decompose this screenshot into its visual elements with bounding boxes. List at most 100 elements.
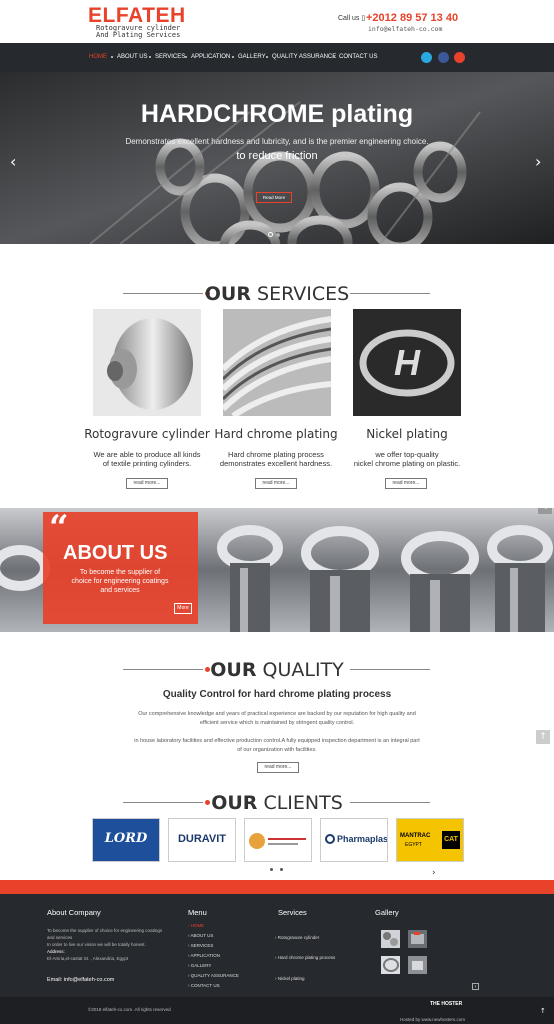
instagram-icon[interactable] [454,52,465,63]
footer-menu-item[interactable]: › GALLERY [188,963,211,968]
service-title[interactable]: Hard chrome plating [201,427,351,441]
footer-service-item[interactable]: › Nickel plating [275,976,305,981]
footer-menu-item[interactable]: › QUALITY ASSURANCE [188,973,239,978]
slider-next-icon[interactable]: › [535,152,541,171]
nav-quality-assurance[interactable]: QUALITY ASSURANCE [272,54,336,60]
side-tab-icon[interactable]: ◂ [538,508,552,514]
nav-services[interactable]: SERVICES [155,54,185,60]
nav-separator [111,56,113,58]
header-email[interactable]: info@elfateh-co.com [368,25,442,33]
footer-services-heading: Services [278,908,307,917]
call-label-text: Call us [338,15,360,22]
nav-gallery[interactable]: GALLERY [238,54,266,60]
nav-home[interactable]: HOME [89,54,107,60]
gallery-thumb[interactable] [408,956,427,974]
footer-menu-item[interactable]: › HOME [188,923,204,928]
service-description-line: demonstrates excellent hardness. [219,459,333,468]
slider-prev-icon[interactable]: ‹ [10,152,16,171]
service-description: we offer top-quality nickel chrome platin… [332,450,482,468]
footer-menu-item[interactable]: › ABOUT US [188,933,213,938]
footer-service-label: Rotogravure cylinder [277,935,320,940]
hero-read-more-button[interactable]: Read More [256,192,292,203]
cat-logo: CAT [442,831,460,849]
quality-paragraph-line: of our organization with facilities. [237,747,317,753]
facebook-icon[interactable] [438,52,449,63]
footer-menu-item[interactable]: › CONTACT US [188,983,220,988]
client-logo-egyptian[interactable] [244,818,312,862]
footer-address-label: Address: [47,949,65,954]
nav-about-us[interactable]: ABOUT US [117,54,148,60]
hosted-by[interactable]: Hosted by www.newhosters.com [400,1017,465,1022]
hero-slider: HARDCHROME plating Demonstrates excellen… [0,72,554,244]
footer-menu-label: ABOUT US [190,933,214,938]
about-card: “ ABOUT US To become the supplier of choi… [43,508,198,624]
quality-paragraph-line: efficient service which is maintained by… [199,720,355,726]
client-logo-duravit[interactable]: DURAVIT [168,818,236,862]
pharmaplast-icon [325,834,335,844]
about-text-line: and services [100,587,140,594]
clients-heading-rest: CLIENTS [257,792,343,814]
scroll-top-icon[interactable]: ↑ [536,730,550,744]
nav-separator [185,56,187,58]
header: ELFATEH Rotogravure cylinder And Plating… [0,0,554,43]
service-title[interactable]: Rotogravure cylinder [72,427,222,441]
read-more-button[interactable]: read more... [385,478,427,489]
service-description-line: we offer top-quality [375,450,439,459]
client-logo-text: DURAVIT [177,833,227,845]
slider-dot[interactable] [276,233,280,237]
svg-text:H: H [394,342,421,383]
client-logo-lord[interactable]: LORD [92,818,160,862]
gallery-thumb[interactable] [381,930,400,948]
footer-menu-label: GALLERY [190,963,212,968]
nav-separator [232,56,234,58]
service-image-nickel[interactable]: H [353,309,461,416]
clients-heading: OUR CLIENTS [0,792,554,814]
call-label: Call us ▯ [338,14,365,22]
nav-separator [149,56,151,58]
footer-service-item[interactable]: › Rotogravure cylinder [275,935,319,940]
about-more-button[interactable]: More [174,603,192,614]
nav-contact-us[interactable]: CONTACT US [339,54,377,60]
footer-email-label: Email: [47,977,63,983]
service-description: Hard chrome plating process demonstrates … [201,450,351,468]
quality-paragraph: in house laboratory facilities and effec… [120,737,434,755]
footer-menu-heading: Menu [188,908,207,917]
footer-email-value[interactable]: info@elfateh-co.com [64,977,115,983]
footer-menu-item[interactable]: › SERVICES [188,943,213,948]
service-image-rotogravure[interactable] [93,309,201,416]
gallery-thumb[interactable] [381,956,400,974]
services-heading-bold: OUR [204,283,251,305]
service-image-hard-chrome[interactable] [223,309,331,416]
read-more-button[interactable]: read more... [126,478,168,489]
footer-email: Email: info@elfateh-co.com [47,977,114,984]
about-title: ABOUT US [63,542,168,564]
quality-subtitle: Quality Control for hard chrome plating … [162,689,392,700]
footer-menu-item[interactable]: › APPLICATION [188,953,220,958]
twitter-icon[interactable] [421,52,432,63]
footer-next-icon[interactable]: › [472,983,479,990]
footer-service-item[interactable]: › Hard chrome plating process [275,955,335,960]
service-title[interactable]: Nickel plating [332,427,482,441]
footer-menu-label: CONTACT US [190,983,220,988]
footer-gallery-heading: Gallery [375,908,399,917]
read-more-button[interactable]: read more... [255,478,297,489]
footer-menu-label: HOME [190,923,205,928]
nav-application[interactable]: APPLICATION [191,54,230,60]
service-description-line: We are able to produce all kinds [93,450,201,459]
slider-dot-active[interactable] [268,232,273,237]
carousel-dot[interactable] [280,868,283,871]
gallery-thumb[interactable] [408,930,427,948]
client-logo-pharmaplast[interactable]: Pharmaplast [320,818,388,862]
carousel-next-icon[interactable]: › [432,868,436,878]
footer-menu-label: SERVICES [190,943,214,948]
hoster-logo[interactable]: THE HOSTER [430,1001,462,1007]
phone-number[interactable]: +2012 89 57 13 40 [366,12,458,24]
back-to-top-icon[interactable]: ↑ [540,1007,546,1015]
quality-read-more-button[interactable]: read more... [257,762,299,773]
carousel-dot[interactable] [270,868,273,871]
footer-about-text: To become the supplier of choice for eng… [47,927,182,962]
about-section: “ ABOUT US To become the supplier of choi… [0,508,554,632]
footer-address: El-Amria,el-castat St. , Alexandria, Egy… [47,956,129,961]
footer-accent-bar [0,880,554,894]
client-logo-mantrac[interactable]: MANTRAC EGYPT CAT [396,818,464,862]
